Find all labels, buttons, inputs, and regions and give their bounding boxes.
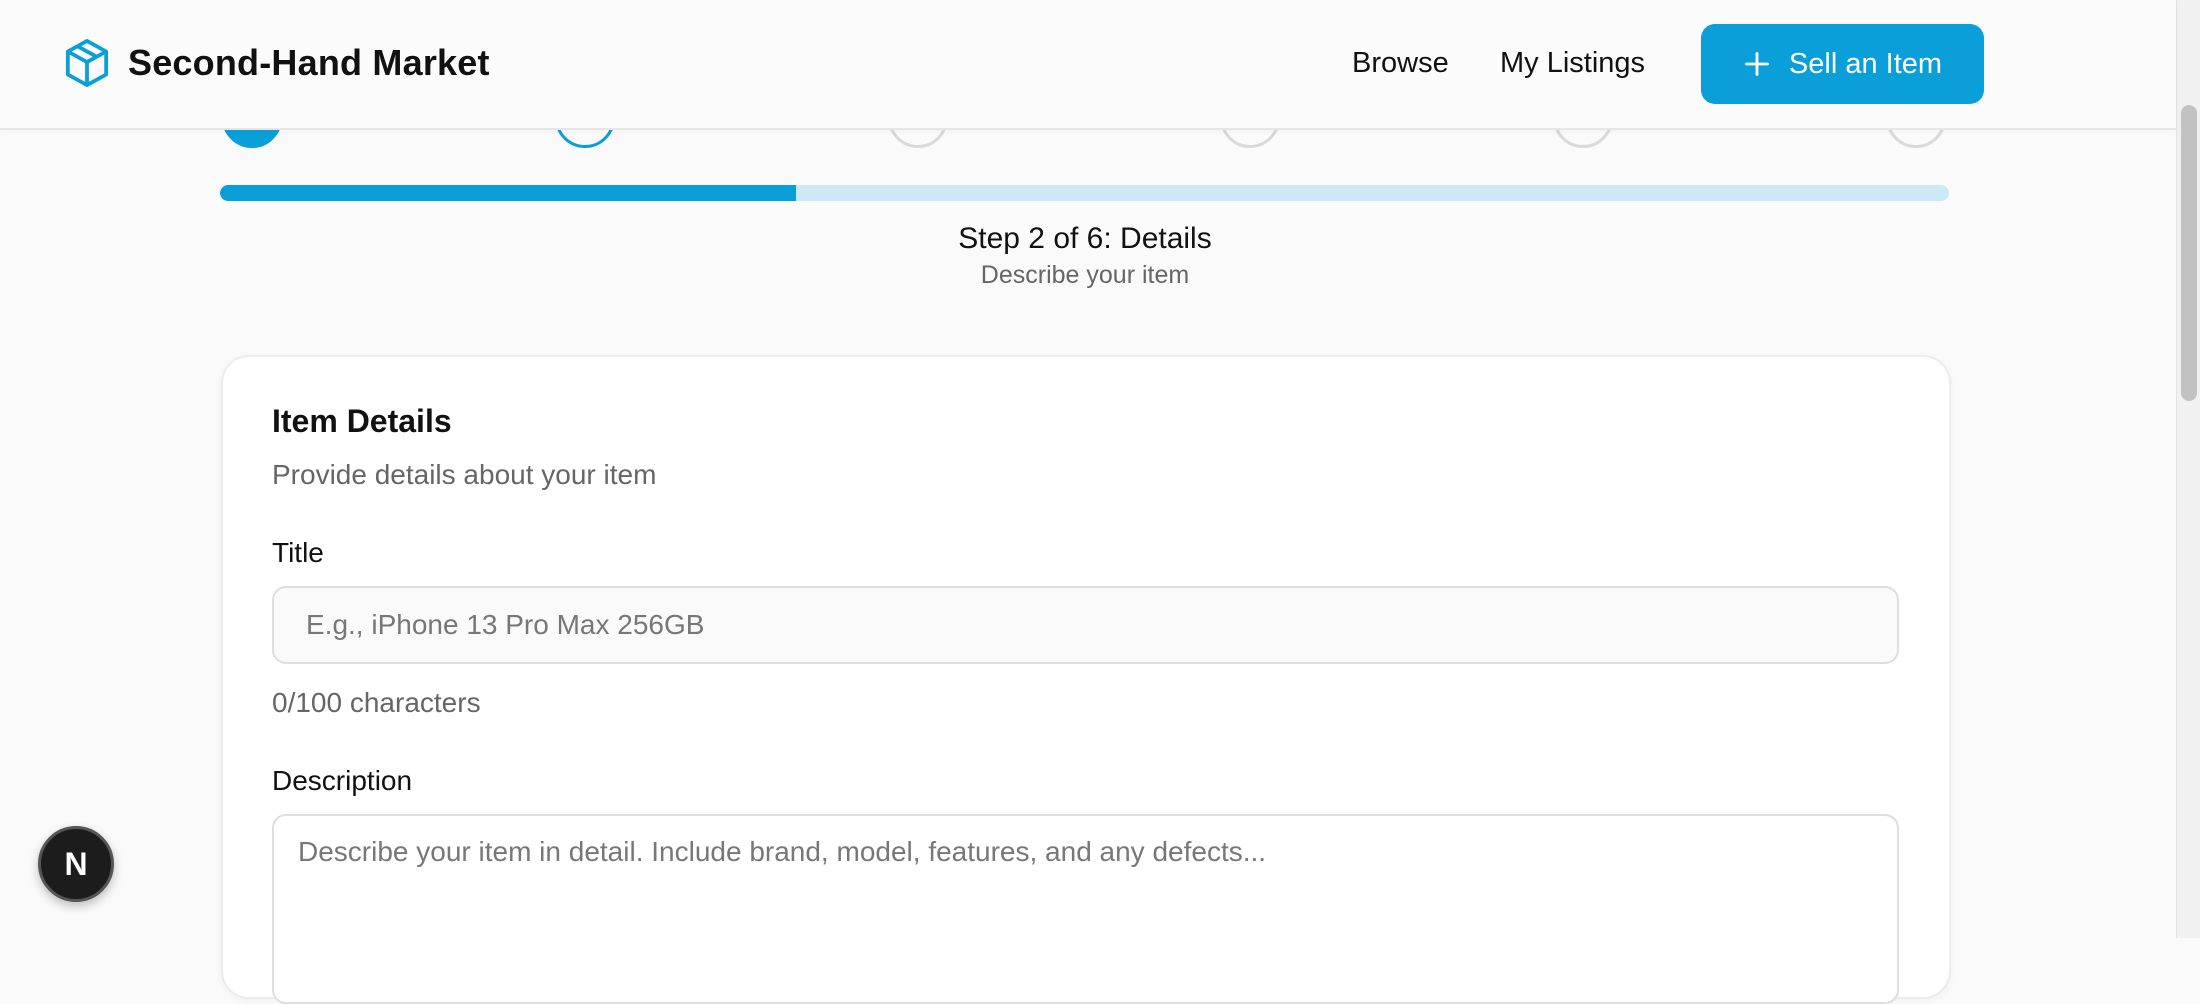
title-input[interactable] bbox=[272, 586, 1899, 664]
sell-item-button[interactable]: Sell an Item bbox=[1701, 24, 1984, 104]
brand-name[interactable]: Second-Hand Market bbox=[128, 42, 490, 84]
description-textarea[interactable] bbox=[272, 814, 1899, 1004]
progress-fill bbox=[220, 185, 796, 201]
title-label: Title bbox=[272, 537, 324, 568]
card-subtitle: Provide details about your item bbox=[272, 459, 657, 490]
card-title: Item Details bbox=[272, 403, 452, 439]
nextjs-dev-badge[interactable]: N bbox=[38, 826, 114, 902]
step-subtitle: Describe your item bbox=[980, 261, 1190, 289]
package-icon[interactable] bbox=[64, 38, 110, 88]
step-title: Step 2 of 6: Details bbox=[958, 222, 1212, 255]
item-details-card: Item Details Provide details about your … bbox=[221, 355, 1951, 1004]
progress-bar bbox=[220, 185, 1949, 201]
top-navbar: Second-Hand Market Browse My Listings Se… bbox=[0, 0, 2176, 130]
nav-my-listings-link[interactable]: My Listings bbox=[1500, 47, 1645, 80]
description-label: Description bbox=[272, 765, 413, 796]
page-scrollbar[interactable] bbox=[2176, 0, 2200, 938]
plus-icon bbox=[1745, 52, 1769, 76]
scrollbar-thumb[interactable] bbox=[2181, 105, 2197, 401]
nav-browse-link[interactable]: Browse bbox=[1352, 47, 1449, 80]
sell-item-label: Sell an Item bbox=[1788, 47, 1943, 80]
title-char-count: 0/100 characters bbox=[272, 687, 481, 718]
